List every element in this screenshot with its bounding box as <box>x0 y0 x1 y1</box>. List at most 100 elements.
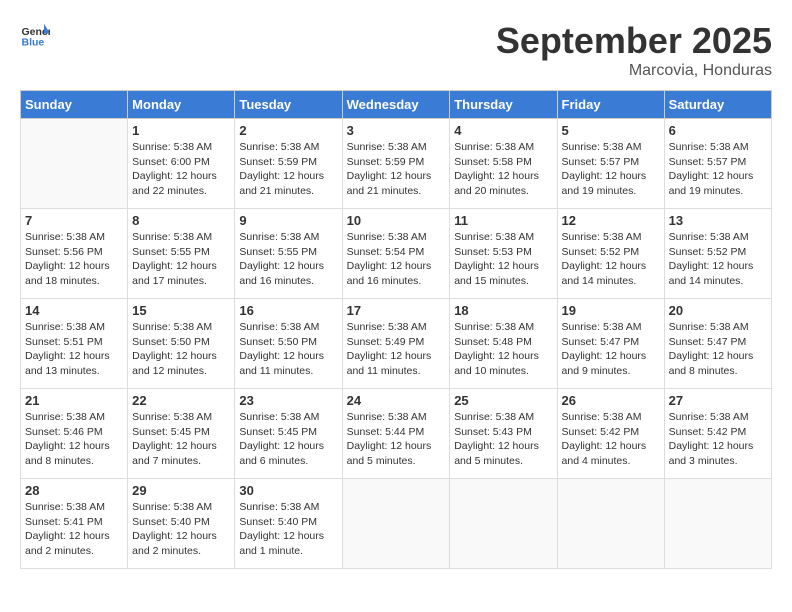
week-row-1: 1 Sunrise: 5:38 AM Sunset: 6:00 PM Daylig… <box>21 119 772 209</box>
calendar-cell: 8Sunrise: 5:38 AM Sunset: 5:55 PM Daylig… <box>128 209 235 299</box>
day-number: 15 <box>132 303 230 318</box>
page-header: General Blue September 2025 Marcovia, Ho… <box>20 20 772 80</box>
week-row-3: 14 Sunrise: 5:38 AM Sunset: 5:51 PM Dayli… <box>21 299 772 389</box>
location: Marcovia, Honduras <box>496 62 772 80</box>
day-number: 18 <box>454 303 552 318</box>
day-info: Sunrise: 5:38 AM Sunset: 5:57 PM Dayligh… <box>562 140 660 199</box>
calendar-cell: 15 Sunrise: 5:38 AM Sunset: 5:50 PM Dayli… <box>128 299 235 389</box>
logo-icon: General Blue <box>20 20 50 50</box>
calendar-cell: 13 Sunrise: 5:38 AM Sunset: 5:52 PM Dayli… <box>664 209 771 299</box>
day-info: Sunrise: 5:38 AM Sunset: 5:47 PM Dayligh… <box>562 320 660 379</box>
calendar-cell: 21 Sunrise: 5:38 AM Sunset: 5:46 PM Dayli… <box>21 389 128 479</box>
calendar-cell: 16 Sunrise: 5:38 AM Sunset: 5:50 PM Dayli… <box>235 299 342 389</box>
day-info: Sunrise: 5:38 AM Sunset: 5:44 PM Dayligh… <box>347 410 446 469</box>
day-number: 16 <box>239 303 337 318</box>
day-info: Sunrise: 5:38 AM Sunset: 5:42 PM Dayligh… <box>562 410 660 469</box>
calendar-cell: 12Sunrise: 5:38 AM Sunset: 5:52 PM Dayli… <box>557 209 664 299</box>
day-number: 10 <box>347 213 446 228</box>
day-info: Sunrise: 5:38 AM Sunset: 5:52 PM Dayligh… <box>669 230 767 289</box>
day-info: Sunrise: 5:38 AM Sunset: 5:45 PM Dayligh… <box>239 410 337 469</box>
calendar-cell: 24 Sunrise: 5:38 AM Sunset: 5:44 PM Dayli… <box>342 389 450 479</box>
day-info: Sunrise: 5:38 AM Sunset: 5:42 PM Dayligh… <box>669 410 767 469</box>
calendar-cell: 14 Sunrise: 5:38 AM Sunset: 5:51 PM Dayli… <box>21 299 128 389</box>
day-number: 21 <box>25 393 123 408</box>
day-number: 19 <box>562 303 660 318</box>
day-number: 20 <box>669 303 767 318</box>
day-number: 7 <box>25 213 123 228</box>
day-info: Sunrise: 5:38 AM Sunset: 5:47 PM Dayligh… <box>669 320 767 379</box>
calendar-cell: 25 Sunrise: 5:38 AM Sunset: 5:43 PM Dayli… <box>450 389 557 479</box>
calendar-cell: 11 Sunrise: 5:38 AM Sunset: 5:53 PM Dayli… <box>450 209 557 299</box>
calendar-cell: 3 Sunrise: 5:38 AM Sunset: 5:59 PM Daylig… <box>342 119 450 209</box>
day-number: 22 <box>132 393 230 408</box>
day-info: Sunrise: 5:38 AM Sunset: 5:43 PM Dayligh… <box>454 410 552 469</box>
day-info: Sunrise: 5:38 AM Sunset: 5:50 PM Dayligh… <box>239 320 337 379</box>
day-number: 29 <box>132 483 230 498</box>
svg-text:Blue: Blue <box>22 37 45 49</box>
day-number: 11 <box>454 213 552 228</box>
day-number: 30 <box>239 483 337 498</box>
day-info: Sunrise: 5:38 AM Sunset: 5:46 PM Dayligh… <box>25 410 123 469</box>
day-number: 24 <box>347 393 446 408</box>
day-info: Sunrise: 5:38 AM Sunset: 5:57 PM Dayligh… <box>669 140 767 199</box>
column-header-friday: Friday <box>557 91 664 119</box>
calendar-cell: 20 Sunrise: 5:38 AM Sunset: 5:47 PM Dayli… <box>664 299 771 389</box>
day-number: 13 <box>669 213 767 228</box>
column-header-wednesday: Wednesday <box>342 91 450 119</box>
column-header-saturday: Saturday <box>664 91 771 119</box>
day-number: 25 <box>454 393 552 408</box>
day-number: 17 <box>347 303 446 318</box>
day-number: 1 <box>132 123 230 138</box>
day-info: Sunrise: 5:38 AM Sunset: 5:54 PM Dayligh… <box>347 230 446 289</box>
calendar-cell: 18Sunrise: 5:38 AM Sunset: 5:48 PM Dayli… <box>450 299 557 389</box>
title-block: September 2025 Marcovia, Honduras <box>496 20 772 80</box>
day-info: Sunrise: 5:38 AM Sunset: 5:45 PM Dayligh… <box>132 410 230 469</box>
day-number: 4 <box>454 123 552 138</box>
calendar-cell <box>557 479 664 569</box>
calendar-cell <box>21 119 128 209</box>
calendar-cell <box>450 479 557 569</box>
logo: General Blue <box>20 20 50 50</box>
day-number: 27 <box>669 393 767 408</box>
calendar-header-row: SundayMondayTuesdayWednesdayThursdayFrid… <box>21 91 772 119</box>
calendar-cell: 22 Sunrise: 5:38 AM Sunset: 5:45 PM Dayli… <box>128 389 235 479</box>
day-info: Sunrise: 5:38 AM Sunset: 5:53 PM Dayligh… <box>454 230 552 289</box>
day-number: 28 <box>25 483 123 498</box>
day-info: Sunrise: 5:38 AM Sunset: 5:59 PM Dayligh… <box>347 140 446 199</box>
day-number: 14 <box>25 303 123 318</box>
calendar-cell: 4Sunrise: 5:38 AM Sunset: 5:58 PM Daylig… <box>450 119 557 209</box>
day-number: 6 <box>669 123 767 138</box>
calendar-cell: 1 Sunrise: 5:38 AM Sunset: 6:00 PM Daylig… <box>128 119 235 209</box>
day-number: 3 <box>347 123 446 138</box>
calendar-table: SundayMondayTuesdayWednesdayThursdayFrid… <box>20 90 772 569</box>
day-number: 8 <box>132 213 230 228</box>
day-info: Sunrise: 5:38 AM Sunset: 5:59 PM Dayligh… <box>239 140 337 199</box>
week-row-2: 7 Sunrise: 5:38 AM Sunset: 5:56 PM Daylig… <box>21 209 772 299</box>
calendar-cell: 23 Sunrise: 5:38 AM Sunset: 5:45 PM Dayli… <box>235 389 342 479</box>
day-info: Sunrise: 5:38 AM Sunset: 5:50 PM Dayligh… <box>132 320 230 379</box>
day-number: 2 <box>239 123 337 138</box>
day-number: 23 <box>239 393 337 408</box>
day-info: Sunrise: 5:38 AM Sunset: 6:00 PM Dayligh… <box>132 140 230 199</box>
column-header-tuesday: Tuesday <box>235 91 342 119</box>
calendar-cell: 6 Sunrise: 5:38 AM Sunset: 5:57 PM Daylig… <box>664 119 771 209</box>
calendar-cell: 5 Sunrise: 5:38 AM Sunset: 5:57 PM Daylig… <box>557 119 664 209</box>
calendar-cell: 7 Sunrise: 5:38 AM Sunset: 5:56 PM Daylig… <box>21 209 128 299</box>
calendar-cell: 26Sunrise: 5:38 AM Sunset: 5:42 PM Dayli… <box>557 389 664 479</box>
day-info: Sunrise: 5:38 AM Sunset: 5:49 PM Dayligh… <box>347 320 446 379</box>
day-info: Sunrise: 5:38 AM Sunset: 5:55 PM Dayligh… <box>239 230 337 289</box>
calendar-cell <box>664 479 771 569</box>
calendar-cell: 30Sunrise: 5:38 AM Sunset: 5:40 PM Dayli… <box>235 479 342 569</box>
week-row-4: 21 Sunrise: 5:38 AM Sunset: 5:46 PM Dayli… <box>21 389 772 479</box>
day-info: Sunrise: 5:38 AM Sunset: 5:51 PM Dayligh… <box>25 320 123 379</box>
calendar-cell: 9 Sunrise: 5:38 AM Sunset: 5:55 PM Daylig… <box>235 209 342 299</box>
calendar-cell: 29Sunrise: 5:38 AM Sunset: 5:40 PM Dayli… <box>128 479 235 569</box>
calendar-cell: 28Sunrise: 5:38 AM Sunset: 5:41 PM Dayli… <box>21 479 128 569</box>
week-row-5: 28Sunrise: 5:38 AM Sunset: 5:41 PM Dayli… <box>21 479 772 569</box>
day-info: Sunrise: 5:38 AM Sunset: 5:52 PM Dayligh… <box>562 230 660 289</box>
day-info: Sunrise: 5:38 AM Sunset: 5:56 PM Dayligh… <box>25 230 123 289</box>
day-number: 5 <box>562 123 660 138</box>
calendar-cell: 10 Sunrise: 5:38 AM Sunset: 5:54 PM Dayli… <box>342 209 450 299</box>
day-number: 9 <box>239 213 337 228</box>
calendar-cell: 27 Sunrise: 5:38 AM Sunset: 5:42 PM Dayli… <box>664 389 771 479</box>
